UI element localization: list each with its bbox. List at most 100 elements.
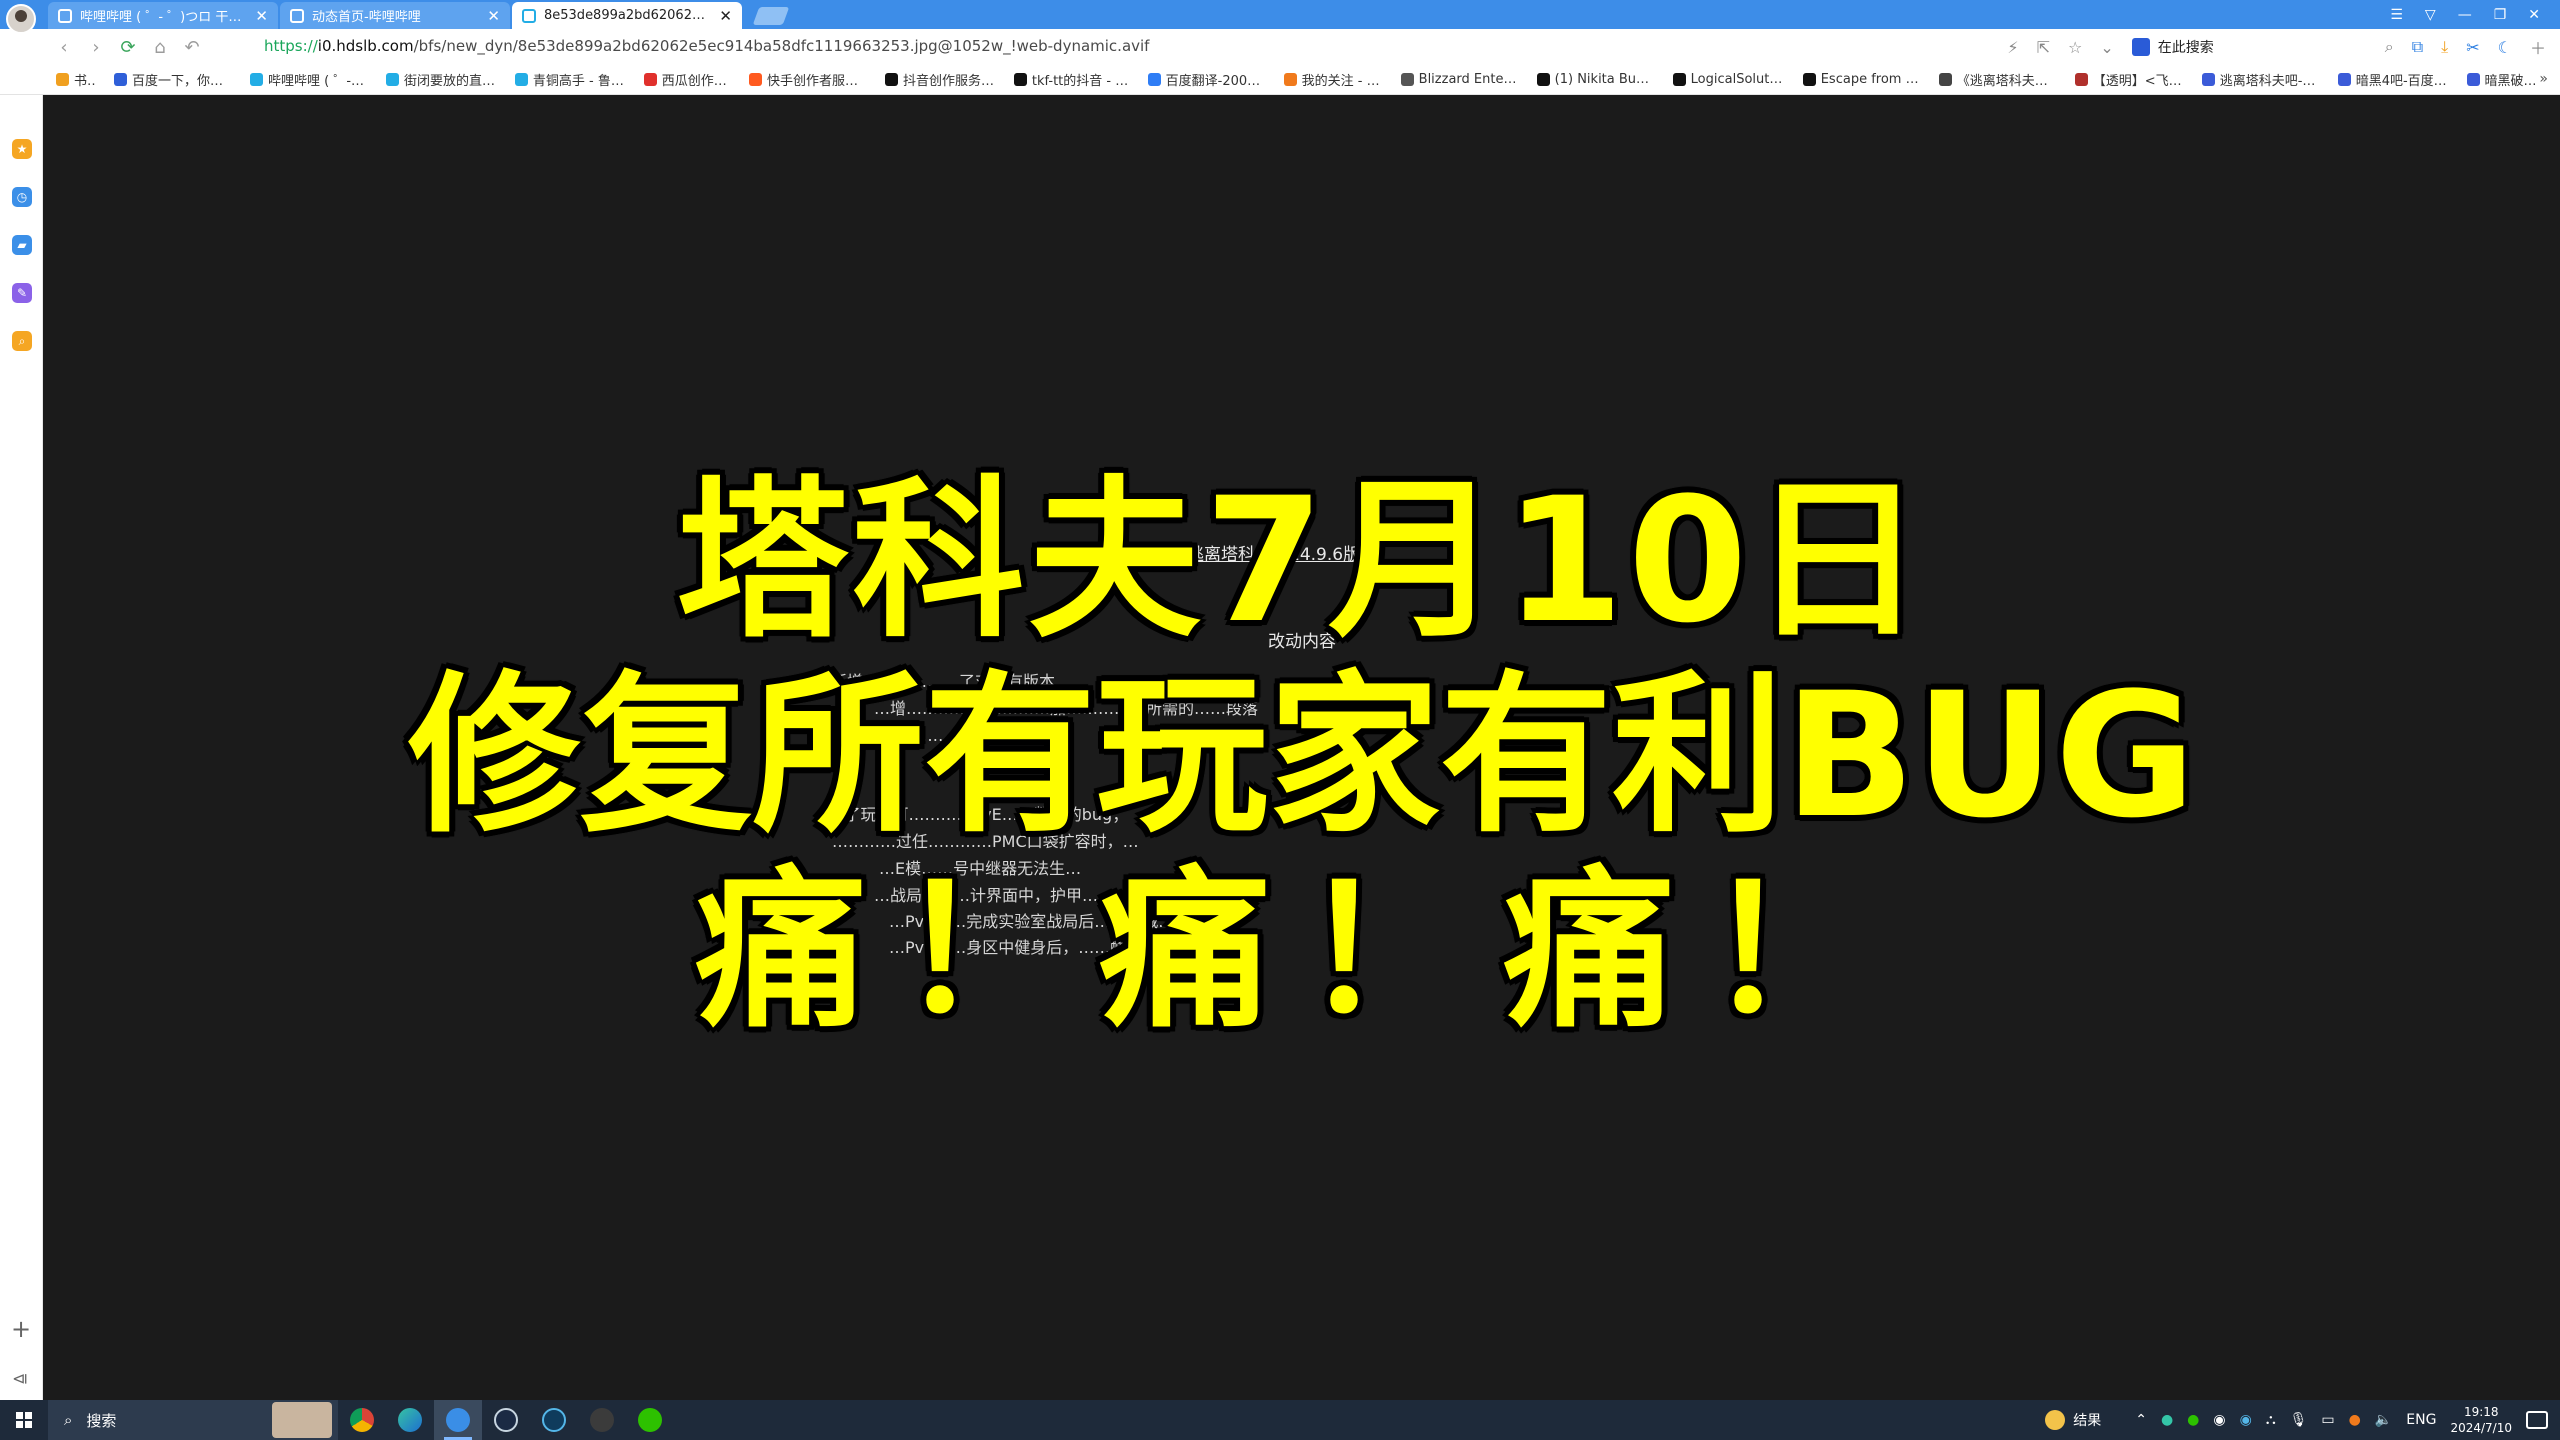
system-tray: 结果 ⌃ ● ● ◉ ◉ ⛬ 🎙 ▭ ● 🔈 ENG 19:18 2024/7/…	[2045, 1400, 2560, 1440]
bookmark-item[interactable]: 街闭要放的直播间	[386, 70, 497, 89]
bookmark-item[interactable]: 青铜高手 - 鲁蒋汉	[514, 70, 626, 89]
bookmark-item[interactable]: 《逃离塔科夫》官网	[1938, 70, 2057, 89]
obs-tray-icon[interactable]: ⛬	[2266, 1412, 2276, 1428]
add-icon[interactable]: +	[11, 1315, 31, 1343]
close-icon[interactable]: ✕	[255, 7, 268, 25]
bookmark-item[interactable]: 百度翻译-200种语言	[1147, 70, 1266, 89]
bookmark-item[interactable]: 暗黑破坏神	[2466, 70, 2542, 89]
bsg-launcher-icon	[542, 1408, 566, 1432]
dropdown-icon[interactable]: ⌄	[2100, 38, 2113, 57]
home-icon[interactable]: ⌂	[144, 37, 176, 58]
night-mode-icon[interactable]: ☾	[2498, 38, 2512, 57]
bilibili-icon	[386, 73, 399, 86]
launcher-tray-icon[interactable]: ◉	[2240, 1412, 2252, 1428]
input-language[interactable]: ENG	[2406, 1412, 2436, 1428]
clock-time: 19:18	[2463, 1405, 2499, 1419]
forward-icon[interactable]: ›	[80, 37, 112, 58]
bookmark-item[interactable]: 百度一下，你就知道	[114, 70, 232, 89]
bookmark-item[interactable]: (1) Nikita Buyanov	[1536, 72, 1655, 87]
bookmark-item[interactable]: 哔哩哔哩 ( ゜- ゜)つ	[250, 70, 368, 89]
search-highlight-image	[272, 1402, 332, 1438]
security-icon[interactable]: ●	[2349, 1412, 2361, 1428]
taskbar-app-sogou-browser[interactable]	[434, 1400, 482, 1440]
user-avatar[interactable]	[6, 4, 36, 34]
microphone-icon[interactable]: 🎙	[2290, 1412, 2308, 1428]
restore-icon[interactable]: ❐	[2494, 7, 2507, 23]
search-box[interactable]: 在此搜索	[2131, 37, 2367, 57]
taskbar-app-obs[interactable]	[578, 1400, 626, 1440]
tab-title: 哔哩哔哩 ( ゜- ゜)つロ 干杯~-bilibili	[80, 10, 247, 25]
taskbar-app-wechat[interactable]	[626, 1400, 674, 1440]
image-viewer: 《逃离塔科夫》14.9.6版本 改动内容 新增一条…………了对所有版本… …增……	[44, 95, 2560, 1400]
bookmark-item[interactable]: 我的关注 - 斗鱼	[1283, 70, 1383, 89]
taskbar-app-launcher[interactable]	[530, 1400, 578, 1440]
bookmark-item[interactable]: 暗黑4吧-百度贴吧	[2337, 70, 2449, 89]
bookmark-item[interactable]: Escape from Tarkov	[1802, 72, 1921, 87]
lightning-icon[interactable]: ⚡	[2007, 38, 2018, 57]
volume-icon[interactable]: 🔈	[2375, 1412, 2392, 1428]
address-bar[interactable]: https://i0.hdslb.com/bfs/new_dyn/8e53de8…	[264, 37, 1149, 55]
translate-icon[interactable]: ⧉	[2412, 37, 2423, 57]
clock[interactable]: 19:18 2024/7/10	[2450, 1404, 2512, 1436]
note-icon[interactable]: ✎	[12, 283, 32, 303]
star-icon[interactable]: ★	[12, 139, 32, 159]
taskbar-search-label: 搜索	[86, 1411, 117, 1430]
bookmark-item[interactable]: tkf-tt的抖音 - 抖音	[1013, 70, 1130, 89]
tab-title: 动态首页-哔哩哔哩	[312, 10, 421, 25]
tab-image[interactable]: 8e53de899a2bd62062e5ec914ba58dfc11196632…	[512, 2, 742, 29]
bookmark-item[interactable]: 西瓜创作平台	[643, 70, 731, 89]
bookmark-item[interactable]: Blizzard Entertainment	[1400, 72, 1519, 87]
clock-date: 2024/7/10	[2450, 1421, 2512, 1435]
search-placeholder: 在此搜索	[2157, 40, 2214, 56]
tab-bilibili-home[interactable]: 哔哩哔哩 ( ゜- ゜)つロ 干杯~-bilibili ✕	[48, 2, 278, 29]
tab-dynamic-home[interactable]: 动态首页-哔哩哔哩 ✕	[280, 2, 510, 29]
start-button[interactable]	[0, 1400, 48, 1440]
bookmark-item[interactable]: LogicalSolutions	[1672, 72, 1785, 87]
bookmark-star-icon[interactable]: ☆	[2068, 38, 2082, 57]
minimize-icon[interactable]: —	[2458, 7, 2472, 23]
taskbar-app-chrome[interactable]	[338, 1400, 386, 1440]
history-icon[interactable]: ◷	[12, 187, 32, 207]
taskbar-app-steam[interactable]	[482, 1400, 530, 1440]
back-icon[interactable]: ‹	[48, 37, 80, 58]
close-window-icon[interactable]: ✕	[2528, 7, 2540, 23]
close-icon[interactable]: ✕	[719, 7, 732, 25]
steam-icon	[494, 1408, 518, 1432]
collapse-sidebar-icon[interactable]: ⧏	[12, 1369, 28, 1388]
search-icon[interactable]: ⌕	[12, 331, 32, 351]
xigua-icon	[643, 73, 657, 86]
new-tab-button[interactable]	[752, 7, 790, 25]
chevron-up-icon[interactable]: ⌃	[2135, 1412, 2147, 1428]
close-icon[interactable]: ✕	[487, 7, 500, 25]
bookmark-item[interactable]: 【透明】<飞天大	[2074, 70, 2184, 89]
edge-icon	[398, 1408, 422, 1432]
notification-icon[interactable]	[2526, 1411, 2548, 1429]
network-icon[interactable]: ▭	[2321, 1412, 2334, 1428]
game-icon[interactable]: ▰	[12, 235, 32, 255]
wechat-icon	[638, 1408, 662, 1432]
taskbar-app-edge[interactable]	[386, 1400, 434, 1440]
url-host: i0.hdslb.com	[317, 37, 414, 55]
weather-widget[interactable]: 结果	[2045, 1410, 2101, 1430]
share-icon[interactable]: ⇱	[2037, 38, 2050, 57]
search-icon[interactable]: ⌕	[2385, 37, 2394, 57]
search-engine-icon[interactable]	[2131, 38, 2150, 56]
cut-icon[interactable]: ✂	[2466, 38, 2479, 57]
taskbar-search[interactable]: ⌕ 搜索	[48, 1400, 338, 1440]
wechat-tray-icon[interactable]: ●	[2187, 1412, 2199, 1428]
reload-icon[interactable]: ⟳	[112, 37, 144, 58]
bookmark-item[interactable]: 抖音创作服务平台	[885, 70, 996, 89]
add-icon[interactable]: ＋	[2530, 35, 2546, 59]
menu-icon[interactable]: ☰	[2390, 7, 2403, 23]
bookmark-item[interactable]: 逃离塔科夫吧-百度贴吧	[2201, 70, 2320, 89]
bookmark-item[interactable]: 书签	[56, 70, 96, 89]
url-path: /bfs/new_dyn/8e53de899a2bd62062e5ec914ba…	[413, 37, 1150, 55]
skin-icon[interactable]: ▽	[2425, 7, 2436, 23]
windows-icon	[16, 1412, 32, 1428]
bookmark-item[interactable]: 快手创作者服务平台	[749, 70, 867, 89]
undo-icon[interactable]: ↶	[176, 37, 208, 58]
chevron-right-icon[interactable]: »	[2539, 71, 2548, 87]
tray-app-icon[interactable]: ●	[2161, 1412, 2173, 1428]
download-icon[interactable]: ⤓	[2441, 37, 2448, 57]
steam-tray-icon[interactable]: ◉	[2213, 1412, 2225, 1428]
